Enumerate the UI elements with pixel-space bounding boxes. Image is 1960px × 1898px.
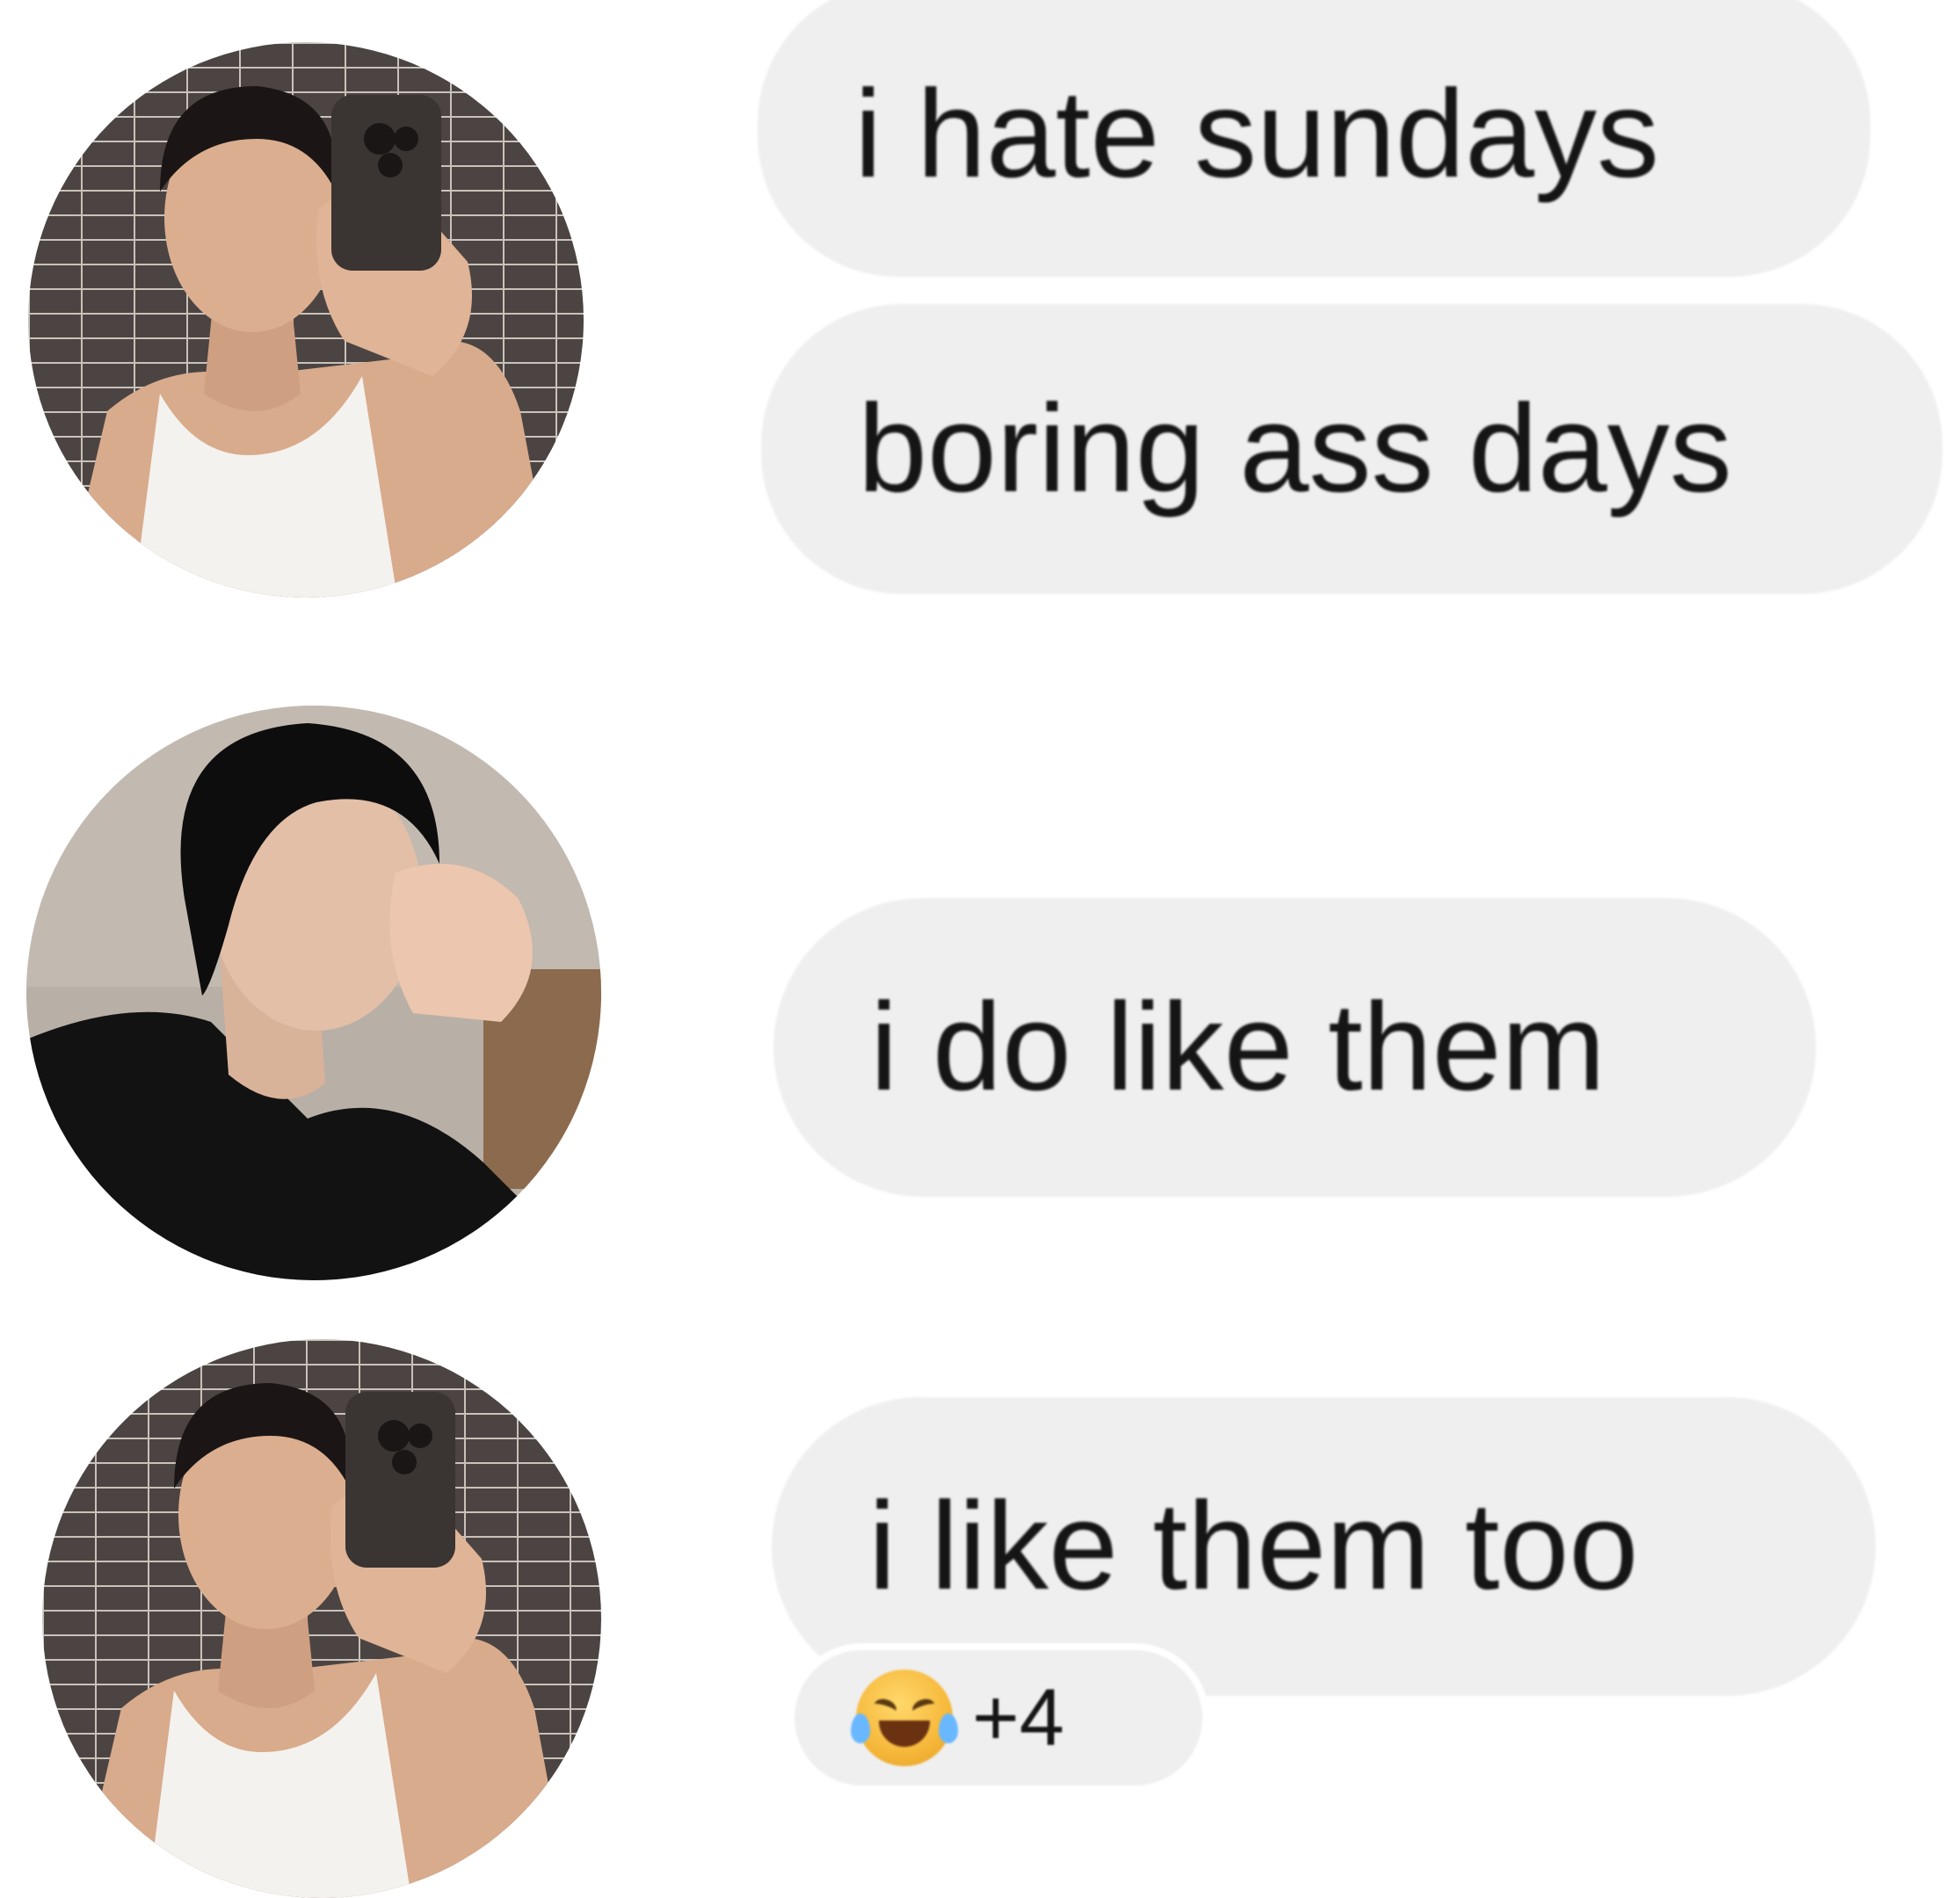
avatar-user-a-top[interactable]	[28, 42, 584, 598]
avatar-user-a-bottom[interactable]	[42, 1339, 601, 1898]
message-text: i do like them	[870, 977, 1606, 1117]
message-bubble[interactable]: boring ass days	[761, 304, 1942, 594]
message-text: boring ass days	[858, 379, 1732, 518]
avatar-photo	[42, 1339, 601, 1898]
message-text: i like them too	[868, 1476, 1639, 1616]
avatar-photo	[26, 706, 601, 1280]
avatar-user-b[interactable]	[26, 706, 601, 1280]
message-bubble[interactable]: i do like them	[773, 898, 1816, 1197]
reaction-count: +4	[972, 1673, 1064, 1763]
message-text: i hate sundays	[854, 63, 1659, 204]
avatar-photo	[28, 42, 584, 598]
message-bubble[interactable]: i hate sundays	[758, 0, 1870, 277]
reaction-pill[interactable]: +4	[788, 1643, 1209, 1793]
face-with-tears-of-joy-icon	[851, 1670, 958, 1766]
